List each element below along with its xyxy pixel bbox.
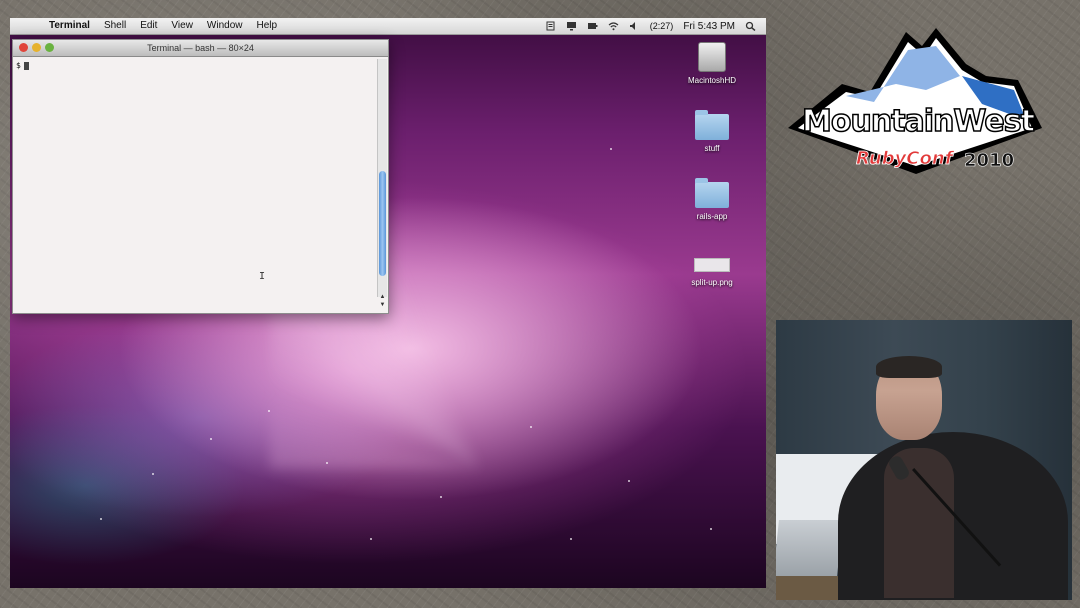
- desktop-icon-macintoshhd[interactable]: MacintoshHD: [677, 42, 747, 85]
- menu-help[interactable]: Help: [250, 18, 285, 34]
- terminal-content[interactable]: $ I ▲ ▼: [13, 57, 388, 312]
- wallpaper-star: [370, 538, 372, 540]
- menu-extras: (2:27) Fri 5:43 PM: [545, 21, 766, 32]
- mac-desktop: Terminal Shell Edit View Window Help (2:…: [10, 18, 766, 588]
- wallpaper-star: [710, 528, 712, 530]
- scrollbar-thumb[interactable]: [379, 171, 386, 276]
- desktop-icon-label: split-up.png: [691, 278, 733, 287]
- terminal-window[interactable]: Terminal — bash — 80×24 $ I ▲ ▼: [12, 39, 389, 314]
- wallpaper-star: [152, 473, 154, 475]
- menubar-clock[interactable]: Fri 5:43 PM: [683, 21, 735, 32]
- menu-edit[interactable]: Edit: [133, 18, 164, 34]
- menu-view[interactable]: View: [164, 18, 200, 34]
- terminal-title: Terminal — bash — 80×24: [147, 43, 254, 53]
- script-icon[interactable]: [545, 21, 556, 31]
- volume-icon[interactable]: [629, 21, 640, 31]
- logo-subtitle: RubyConf: [856, 148, 953, 170]
- desktop-icon-label: MacintoshHD: [687, 76, 736, 85]
- prompt-symbol: $: [16, 61, 21, 70]
- wallpaper-star: [530, 426, 532, 428]
- menu-bar: Terminal Shell Edit View Window Help (2:…: [10, 18, 766, 35]
- speaker-video: [776, 320, 1072, 600]
- scroll-down-arrow-icon[interactable]: ▼: [378, 302, 387, 310]
- spotlight-search-icon[interactable]: [745, 21, 756, 31]
- desktop-icon-label: stuff: [704, 144, 720, 153]
- battery-status[interactable]: (2:27): [650, 21, 674, 31]
- menu-shell[interactable]: Shell: [97, 18, 133, 34]
- desktop-icon-label: rails-app: [696, 212, 728, 221]
- conference-logo: MountainWest RubyConf 2010: [786, 24, 1048, 182]
- logo-title: MountainWest: [801, 103, 1035, 140]
- shell-prompt: $: [16, 61, 29, 70]
- wallpaper-star: [610, 148, 612, 150]
- speaker-hair: [876, 356, 942, 378]
- wifi-icon[interactable]: [608, 21, 619, 31]
- display-icon[interactable]: [566, 21, 577, 31]
- menu-window[interactable]: Window: [200, 18, 250, 34]
- folder-icon: [695, 110, 729, 140]
- desktop-icon-split-up-png[interactable]: split-up.png: [677, 250, 747, 287]
- scroll-up-arrow-icon[interactable]: ▲: [378, 294, 387, 302]
- menu-terminal[interactable]: Terminal: [42, 18, 97, 34]
- apple-menu-icon[interactable]: [22, 20, 34, 32]
- minimize-button[interactable]: [32, 43, 41, 52]
- ibeam-cursor-icon: I: [259, 271, 266, 282]
- image-file-icon: [694, 258, 730, 272]
- laptop: [776, 520, 843, 576]
- wallpaper-star: [326, 462, 328, 464]
- wallpaper-star: [268, 410, 270, 412]
- battery-menu-icon[interactable]: [587, 21, 598, 31]
- desktop-icon-rails-app[interactable]: rails-app: [677, 178, 747, 221]
- close-button[interactable]: [19, 43, 28, 52]
- zoom-button[interactable]: [45, 43, 54, 52]
- vertical-scrollbar[interactable]: [377, 59, 387, 297]
- folder-icon: [695, 178, 729, 208]
- wallpaper-star: [440, 496, 442, 498]
- text-cursor: [23, 61, 29, 70]
- wallpaper-star: [628, 480, 630, 482]
- wallpaper-star: [100, 518, 102, 520]
- desktop-icon-stuff[interactable]: stuff: [677, 110, 747, 153]
- wallpaper-star: [210, 438, 212, 440]
- terminal-titlebar[interactable]: Terminal — bash — 80×24: [13, 40, 388, 57]
- logo-year: 2010: [964, 150, 1015, 172]
- wallpaper-star: [570, 538, 572, 540]
- hard-drive-icon: [698, 42, 726, 72]
